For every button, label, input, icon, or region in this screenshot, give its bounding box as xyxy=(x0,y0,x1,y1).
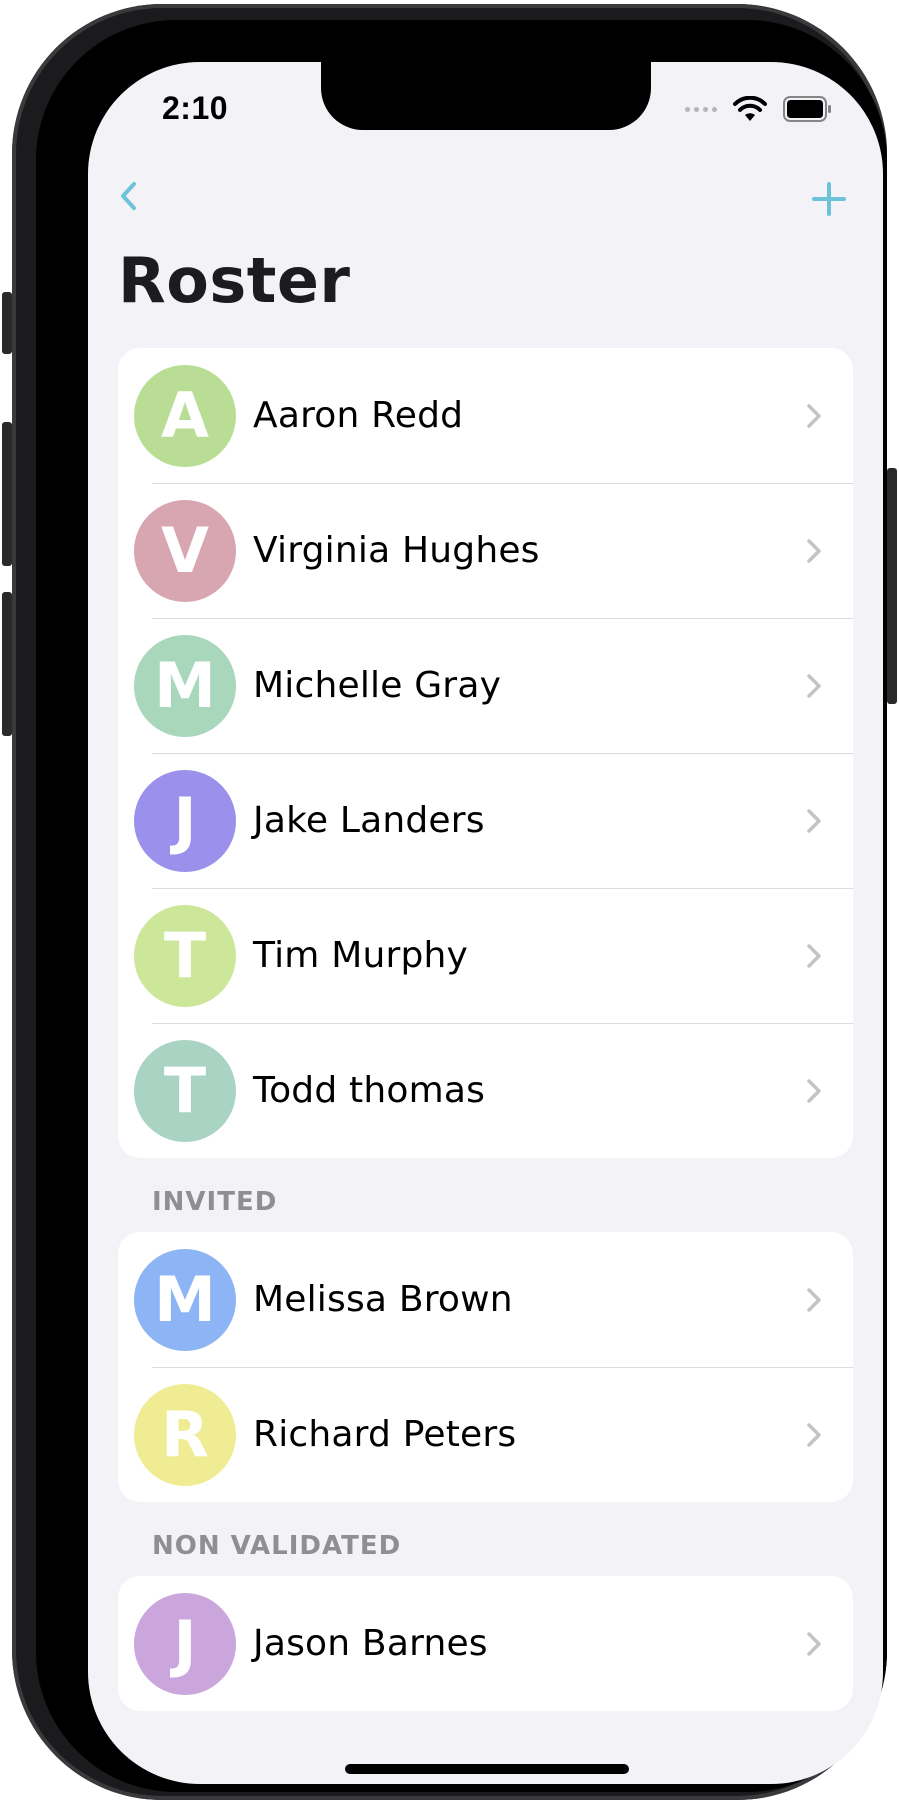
member-row[interactable]: T Tim Murphy xyxy=(118,888,853,1023)
member-row[interactable]: A Aaron Redd xyxy=(118,348,853,483)
chevron-right-icon xyxy=(807,808,821,833)
avatar: J xyxy=(134,1592,236,1695)
screen: 2:10 Roster A Aaron Redd V Virginia Hugh… xyxy=(88,62,883,1784)
cellular-signal-icon xyxy=(685,106,717,112)
avatar: V xyxy=(134,499,236,602)
chevron-right-icon xyxy=(807,538,821,563)
member-row[interactable]: M Michelle Gray xyxy=(118,618,853,753)
invited-group: M Melissa Brown R Richard Peters xyxy=(118,1232,853,1502)
phone-frame: 2:10 Roster A Aaron Redd V Virginia Hugh… xyxy=(12,4,887,1800)
avatar: M xyxy=(134,1248,236,1351)
status-icons xyxy=(685,96,833,122)
member-name: Jake Landers xyxy=(253,800,485,841)
status-time: 2:10 xyxy=(162,90,229,126)
chevron-right-icon xyxy=(807,1078,821,1103)
page-title: Roster xyxy=(118,244,351,317)
roster-group: A Aaron Redd V Virginia Hughes M Michelle Gra… xyxy=(118,348,853,1158)
member-name: Richard Peters xyxy=(253,1414,517,1455)
add-member-button[interactable] xyxy=(805,174,853,222)
member-row[interactable]: T Todd thomas xyxy=(118,1023,853,1158)
non-validated-header: NON VALIDATED xyxy=(152,1531,402,1561)
wifi-icon xyxy=(733,96,767,121)
member-name: Melissa Brown xyxy=(253,1279,513,1320)
chevron-right-icon xyxy=(807,1422,821,1447)
power-button xyxy=(887,468,897,704)
member-row[interactable]: J Jason Barnes xyxy=(118,1576,853,1711)
volume-up-button xyxy=(2,422,12,566)
member-row[interactable]: J Jake Landers xyxy=(118,753,853,888)
plus-icon xyxy=(812,182,846,216)
member-name: Tim Murphy xyxy=(253,935,469,976)
member-row[interactable]: V Virginia Hughes xyxy=(118,483,853,618)
invited-header: INVITED xyxy=(152,1187,278,1217)
avatar: T xyxy=(134,1039,236,1142)
member-name: Jason Barnes xyxy=(253,1623,488,1664)
battery-icon xyxy=(783,96,831,122)
member-name: Todd thomas xyxy=(253,1070,486,1111)
member-name: Aaron Redd xyxy=(253,395,464,436)
member-row[interactable]: M Melissa Brown xyxy=(118,1232,853,1367)
back-button[interactable] xyxy=(114,172,154,222)
avatar: J xyxy=(134,769,236,872)
chevron-right-icon xyxy=(807,943,821,968)
volume-down-button xyxy=(2,592,12,736)
chevron-right-icon xyxy=(807,673,821,698)
non-validated-group: J Jason Barnes xyxy=(118,1576,853,1711)
member-name: Michelle Gray xyxy=(253,665,502,706)
chevron-right-icon xyxy=(807,403,821,428)
avatar: T xyxy=(134,904,236,1007)
member-row[interactable]: R Richard Peters xyxy=(118,1367,853,1502)
avatar: A xyxy=(134,364,236,467)
avatar: R xyxy=(134,1383,236,1486)
chevron-right-icon xyxy=(807,1287,821,1312)
member-name: Virginia Hughes xyxy=(253,530,540,571)
notch xyxy=(321,62,651,130)
phone-bezel: 2:10 Roster A Aaron Redd V Virginia Hugh… xyxy=(36,20,887,1792)
chevron-left-icon xyxy=(121,182,136,210)
chevron-right-icon xyxy=(807,1631,821,1656)
home-indicator xyxy=(345,1764,629,1774)
avatar: M xyxy=(134,634,236,737)
silent-switch xyxy=(2,292,12,354)
